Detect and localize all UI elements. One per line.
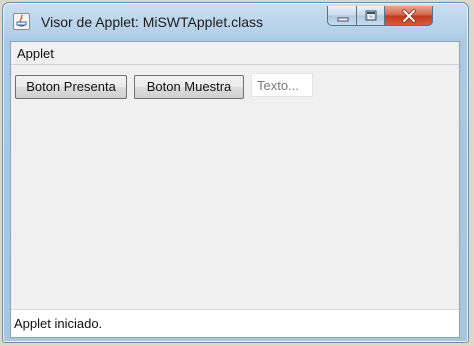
boton-presenta-button[interactable]: Boton Presenta: [15, 75, 127, 99]
status-bar: Applet iniciado.: [11, 309, 459, 337]
menu-applet[interactable]: Applet: [17, 46, 54, 61]
applet-content-area: Applet Boton Presenta Boton Muestra Appl…: [10, 41, 460, 338]
maximize-button[interactable]: [357, 6, 385, 26]
status-text: Applet iniciado.: [14, 316, 103, 331]
java-applet-icon[interactable]: [13, 13, 30, 30]
close-button[interactable]: [385, 6, 433, 26]
menu-bar: Applet: [11, 42, 459, 65]
boton-muestra-button[interactable]: Boton Muestra: [134, 75, 244, 99]
minimize-icon: [337, 17, 349, 22]
title-bar[interactable]: Visor de Applet: MiSWTApplet.class: [3, 3, 468, 41]
maximize-icon: [365, 10, 377, 21]
applet-viewer-window: Visor de Applet: MiSWTApplet.class Apple…: [2, 2, 469, 343]
window-title: Visor de Applet: MiSWTApplet.class: [41, 14, 264, 30]
minimize-button[interactable]: [327, 6, 357, 26]
texto-input[interactable]: [251, 73, 313, 97]
close-icon: [402, 9, 416, 23]
